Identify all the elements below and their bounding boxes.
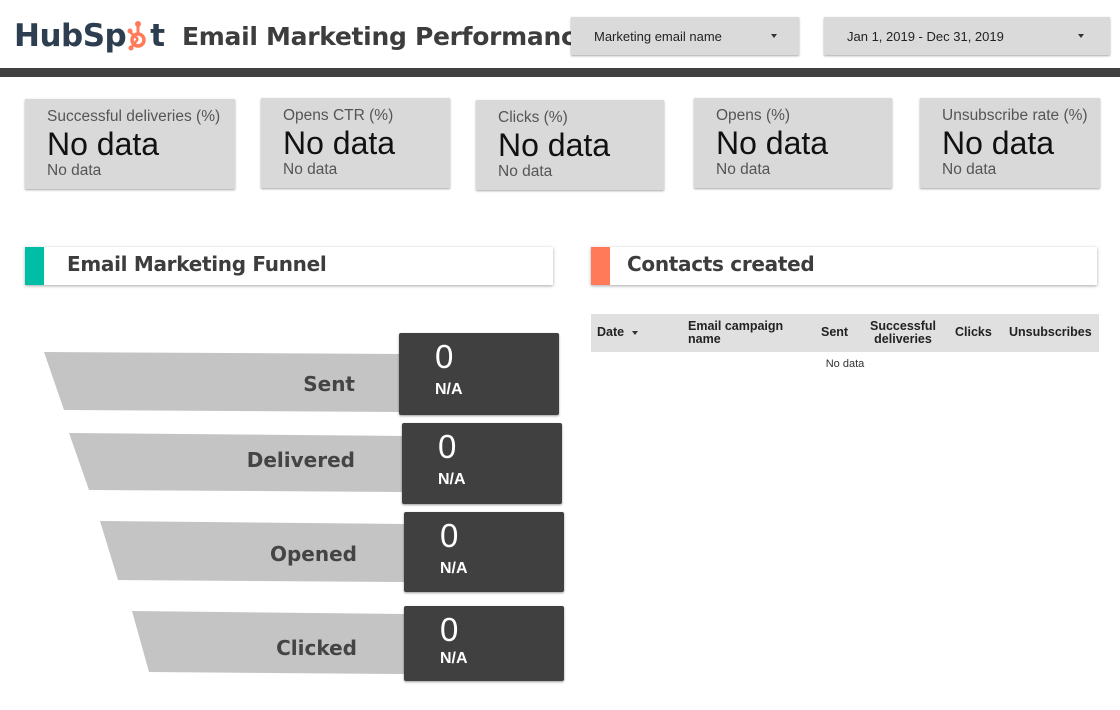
funnel-stage-label: Delivered	[246, 448, 355, 472]
column-header-date[interactable]: Date	[597, 325, 639, 339]
column-header-sent[interactable]: Sent	[821, 326, 848, 339]
funnel-value-box-clicked: 0 N/A	[404, 606, 564, 681]
column-header-clicks[interactable]: Clicks	[955, 326, 992, 339]
funnel-value: 0	[440, 611, 459, 648]
funnel-value: 0	[440, 517, 459, 554]
funnel-stage-label: Sent	[303, 372, 355, 396]
funnel-value-box-opened: 0 N/A	[404, 512, 564, 592]
contacts-table-header: Date Email campaign name Sent Successful…	[591, 314, 1099, 352]
table-empty-message: No data	[825, 358, 865, 370]
funnel-rate: N/A	[438, 471, 466, 488]
funnel-value: 0	[435, 338, 454, 375]
funnel-rate: N/A	[440, 650, 468, 667]
funnel-rate: N/A	[440, 560, 468, 577]
funnel-value-box-delivered: 0 N/A	[402, 423, 562, 504]
funnel-value: 0	[438, 428, 457, 465]
funnel-rate: N/A	[435, 381, 463, 398]
caret-down-icon	[632, 330, 639, 335]
funnel-stage-label: Clicked	[276, 636, 357, 660]
funnel-stage-label: Opened	[269, 542, 357, 566]
column-header-successful-deliveries[interactable]: Successful deliveries	[867, 320, 939, 346]
column-header-email-campaign-name[interactable]: Email campaign name	[688, 320, 798, 346]
column-label: Date	[597, 325, 625, 339]
funnel-shapes	[44, 352, 405, 674]
column-header-unsubscribes[interactable]: Unsubscribes	[1009, 326, 1092, 339]
funnel-value-box-sent: 0 N/A	[399, 333, 559, 415]
